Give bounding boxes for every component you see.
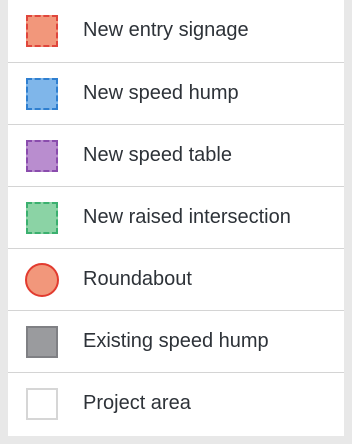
legend-item-existing-speed-hump: Existing speed hump	[8, 310, 344, 372]
legend-item-label: Project area	[83, 391, 191, 414]
legend-item-label: Existing speed hump	[83, 329, 269, 352]
legend-panel: New entry signage New speed hump New spe…	[8, 0, 344, 436]
legend-item-label: New speed hump	[83, 81, 239, 104]
legend-item-new-speed-table: New speed table	[8, 124, 344, 186]
dashed-square-icon	[24, 138, 60, 174]
dashed-square-icon	[24, 76, 60, 112]
legend-item-project-area: Project area	[8, 372, 344, 434]
legend-item-label: New raised intersection	[83, 205, 291, 228]
circle-icon	[24, 262, 60, 298]
outline-square-icon	[24, 386, 60, 422]
legend-item-label: New entry signage	[83, 19, 249, 42]
legend-item-new-raised-intersection: New raised intersection	[8, 186, 344, 248]
solid-square-icon	[24, 324, 60, 360]
legend-item-roundabout: Roundabout	[8, 248, 344, 310]
legend-item-new-speed-hump: New speed hump	[8, 62, 344, 124]
dashed-square-icon	[24, 200, 60, 236]
legend-item-label: New speed table	[83, 143, 232, 166]
legend-item-new-entry-signage: New entry signage	[8, 0, 344, 62]
dashed-square-icon	[24, 13, 60, 49]
legend-item-label: Roundabout	[83, 267, 192, 290]
